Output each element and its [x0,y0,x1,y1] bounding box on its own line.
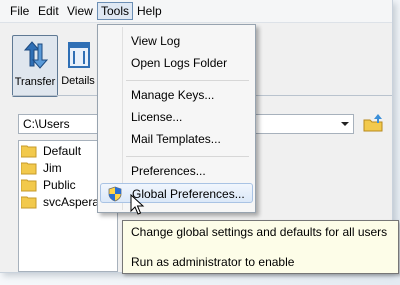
transfer-button-label: Transfer [14,76,56,88]
menu-item-label: Manage Keys... [131,88,215,102]
tree-item-label: Public [43,178,76,192]
menu-view[interactable]: View [64,3,96,19]
menu-item-label: Preferences... [131,164,206,178]
tooltip-line-2: Run as administrator to enable [131,255,295,269]
details-button[interactable]: Details [56,35,100,95]
tooltip: Change global settings and defaults for … [122,220,399,274]
menu-item-mail-templates[interactable]: Mail Templates... [100,129,253,149]
menu-item-view-log[interactable]: View Log [100,31,253,51]
folder-icon [21,145,37,158]
menu-separator [126,80,249,81]
menu-item-label: Mail Templates... [131,132,221,146]
tooltip-line-1: Change global settings and defaults for … [131,225,388,239]
menu-item-label: License... [131,110,183,124]
menu-item-label: View Log [131,34,181,48]
details-button-label: Details [61,75,95,87]
tree-item-label: Default [43,144,82,158]
uac-shield-icon [108,186,122,202]
menu-item-license[interactable]: License... [100,107,253,127]
menu-item-open-logs-folder[interactable]: Open Logs Folder [100,53,253,73]
menu-item-manage-keys[interactable]: Manage Keys... [100,85,253,105]
folder-icon [21,162,37,175]
menu-item-label: Open Logs Folder [131,56,228,70]
menu-edit[interactable]: Edit [35,3,62,19]
menu-item-global-preferences[interactable]: Global Preferences... [100,183,253,203]
menu-separator [126,156,249,157]
mouse-cursor-icon [130,194,145,215]
menu-item-label: Global Preferences... [132,187,245,201]
tools-menu-dropdown: View Log Open Logs Folder Manage Keys...… [97,24,256,213]
menu-bar: File Edit View Tools Help [0,0,392,23]
folder-up-icon[interactable] [362,112,384,134]
transfer-arrows-icon [23,41,49,69]
tree-item-label: Jim [43,161,62,175]
folder-icon [21,179,37,192]
details-icon [68,42,90,68]
transfer-button[interactable]: Transfer [12,35,58,97]
menu-tools[interactable]: Tools [97,2,134,20]
menu-item-preferences[interactable]: Preferences... [100,161,253,181]
folder-icon [21,196,37,209]
chevron-down-icon[interactable] [337,115,353,133]
menu-help[interactable]: Help [134,3,165,19]
tree-item-label: svcAspera [43,195,100,209]
menu-file[interactable]: File [7,3,32,19]
path-value: C:\Users [23,117,70,131]
